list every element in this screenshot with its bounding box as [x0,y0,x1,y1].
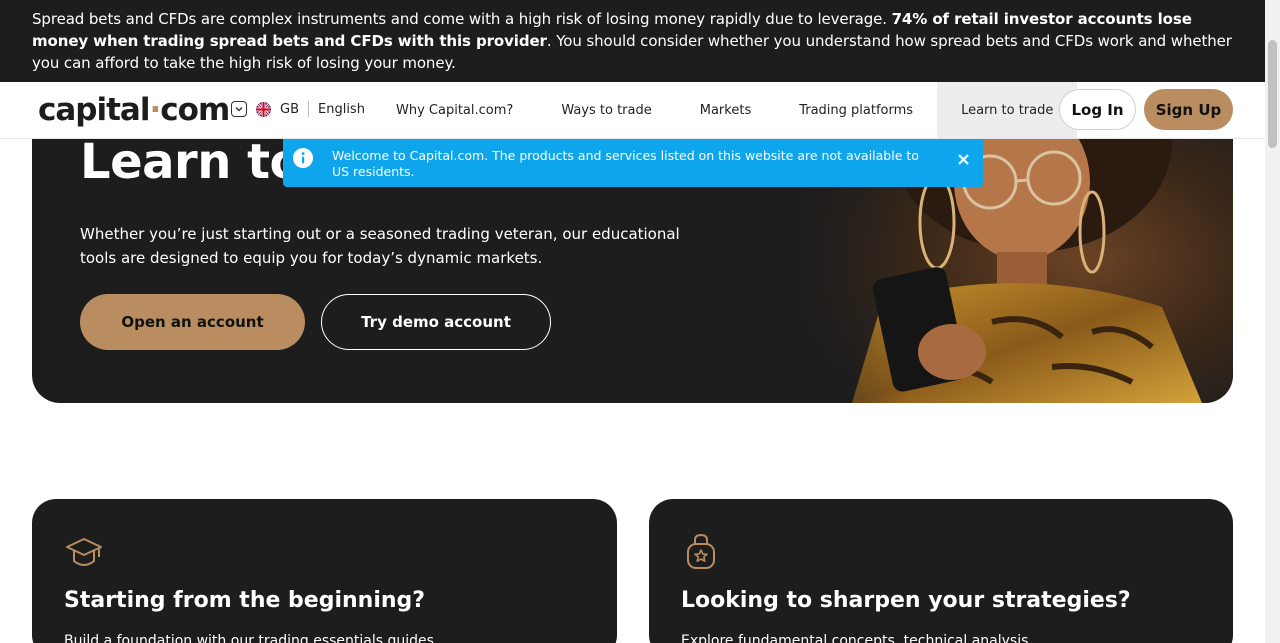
close-icon[interactable] [955,151,971,167]
info-icon [293,148,313,168]
card-beginner[interactable]: Starting from the beginning? Build a fou… [32,499,617,643]
try-demo-account-button[interactable]: Try demo account [321,294,551,350]
log-in-button[interactable]: Log In [1059,89,1136,130]
nav-item-markets[interactable]: Markets [676,82,775,138]
main-navigation: capital·com GB English Why Capital.com? … [0,82,1265,139]
nav-links: Why Capital.com? Ways to trade Markets T… [372,82,1078,138]
open-account-button[interactable]: Open an account [80,294,305,350]
logo-dot: · [149,92,161,128]
language-selector[interactable]: GB English [231,101,365,117]
card-beginner-title: Starting from the beginning? [64,588,426,613]
card-beginner-text: Build a foundation with our trading esse… [64,633,434,643]
region-label: GB [280,101,299,117]
nav-item-learn-to-trade[interactable]: Learn to trade [937,82,1078,138]
logo-text-main: capital [38,92,150,128]
language-divider [308,101,309,117]
scrollbar-thumb[interactable] [1268,40,1277,148]
nav-item-why-capital[interactable]: Why Capital.com? [372,82,537,138]
page-scrollbar[interactable] [1265,0,1280,643]
uk-flag-icon [256,101,271,117]
us-residents-notice: Welcome to Capital.com. The products and… [283,139,983,187]
risk-warning-text: Spread bets and CFDs are complex instrum… [32,10,892,28]
language-label: English [318,101,365,117]
nav-item-trading-platforms[interactable]: Trading platforms [775,82,937,138]
logo-text-tld: com [160,92,230,128]
card-strategies[interactable]: Looking to sharpen your strategies? Expl… [649,499,1233,643]
lock-star-icon [687,533,715,569]
nav-item-ways-to-trade[interactable]: Ways to trade [537,82,675,138]
card-strategies-text: Explore fundamental concepts, technical … [681,633,1029,643]
sign-up-button[interactable]: Sign Up [1144,89,1233,130]
graduation-cap-icon [66,538,102,566]
notice-text: Welcome to Capital.com. The products and… [332,148,919,179]
risk-warning-banner: Spread bets and CFDs are complex instrum… [0,0,1265,82]
card-strategies-title: Looking to sharpen your strategies? [681,588,1131,613]
hero-subtitle: Whether you’re just starting out or a se… [80,225,680,267]
capital-com-logo[interactable]: capital·com [38,92,230,128]
chevron-down-icon [231,101,247,117]
